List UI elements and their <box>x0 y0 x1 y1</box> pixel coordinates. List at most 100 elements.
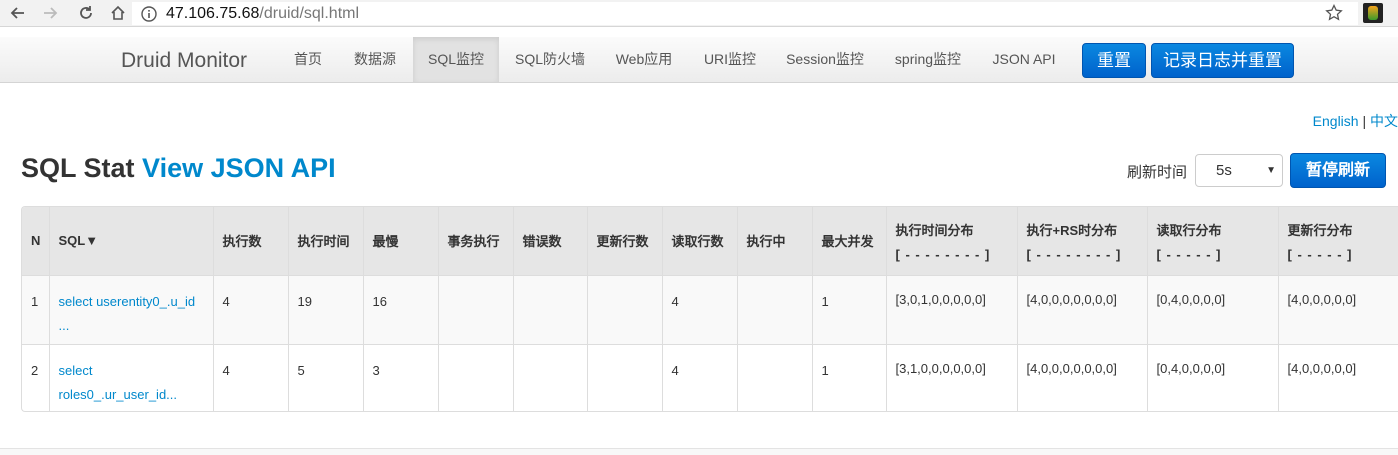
col-header-errors[interactable]: 错误数 <box>512 207 587 275</box>
log-and-reset-button[interactable]: 记录日志并重置 <box>1151 43 1294 78</box>
dist-header-sub: [ - - - - - - - - ] <box>895 247 991 262</box>
lang-chinese-link[interactable]: 中文 <box>1370 113 1398 129</box>
cell-sql: select roles0_.ur_user_id... <box>48 344 213 411</box>
cell-txn-exec <box>437 344 513 411</box>
cell-slowest: 16 <box>362 275 438 344</box>
col-header-sql[interactable]: SQL▼ <box>48 207 213 275</box>
cell-sql: select userentity0_.u_id... <box>48 275 213 344</box>
cell-exec-count: 4 <box>212 275 288 344</box>
nav-home[interactable]: 首页 <box>282 37 334 82</box>
dist-header-sub: [ - - - - - ] <box>1156 247 1222 262</box>
cell-updated-rows <box>586 275 662 344</box>
col-header-exec-time[interactable]: 执行时间 <box>287 207 363 275</box>
forward-button[interactable] <box>38 1 62 25</box>
reload-button[interactable] <box>74 1 98 25</box>
brand[interactable]: Druid Monitor <box>121 49 247 73</box>
col-header-read-row-dist[interactable]: 读取行分布 [ - - - - - ] <box>1146 207 1278 275</box>
cell-update-row-dist: [4,0,0,0,0,0] <box>1277 275 1398 344</box>
col-header-slowest[interactable]: 最慢 <box>362 207 438 275</box>
home-button[interactable] <box>106 1 130 25</box>
cell-exec-time-dist: [3,0,1,0,0,0,0,0] <box>885 275 1017 344</box>
dist-header-label: 执行+RS时分布 <box>1026 223 1118 238</box>
dist-header-sub: [ - - - - - ] <box>1287 247 1353 262</box>
reset-button[interactable]: 重置 <box>1082 43 1146 78</box>
nav-web-app[interactable]: Web应用 <box>606 37 682 82</box>
url-host: 47.106.75.68 <box>166 4 260 22</box>
sql-link-line1: select <box>58 362 93 378</box>
dist-header-sub: [ - - - - - - - - ] <box>1026 247 1122 262</box>
cell-exec-time-dist: [3,1,0,0,0,0,0,0] <box>885 344 1017 411</box>
back-button[interactable] <box>6 1 30 25</box>
refresh-interval-label: 刷新时间 <box>1127 164 1188 181</box>
page-title: SQL Stat View JSON API <box>21 153 336 184</box>
sql-link-line1: select userentity0_.u_id <box>58 293 196 309</box>
col-header-exec-time-dist[interactable]: 执行时间分布 [ - - - - - - - - ] <box>885 207 1017 275</box>
cell-n: 2 <box>31 362 39 378</box>
cell-n: 1 <box>31 293 39 309</box>
refresh-interval-select[interactable]: 5s ▼ <box>1195 154 1283 187</box>
cell-exec-count: 4 <box>212 344 288 411</box>
cell-exec-rs-dist: [4,0,0,0,0,0,0,0] <box>1016 344 1147 411</box>
pause-refresh-button[interactable]: 暂停刷新 <box>1290 153 1386 188</box>
sql-link-line2: roles0_.ur_user_id... <box>58 386 178 402</box>
dist-header-label: 读取行分布 <box>1156 223 1222 238</box>
cell-exec-time: 19 <box>287 275 363 344</box>
cell-update-row-dist: [4,0,0,0,0,0] <box>1277 344 1398 411</box>
extension-icon[interactable] <box>1363 3 1383 23</box>
nav-sql-monitor[interactable]: SQL监控 <box>413 37 499 82</box>
browser-toolbar: 47.106.75.68/druid/sql.html <box>0 0 1398 27</box>
table-header-row: N SQL▼ 执行数 执行时间 最慢 事务执行 错误数 更新行数 读取行数 执行… <box>22 207 1398 275</box>
arrow-left-icon <box>10 7 24 19</box>
nav-spring-monitor[interactable]: spring监控 <box>884 37 972 82</box>
cell-max-concurrent: 1 <box>811 344 886 411</box>
nav-session-monitor[interactable]: Session监控 <box>778 37 872 82</box>
nav-json-api[interactable]: JSON API <box>984 37 1064 82</box>
nav-datasource[interactable]: 数据源 <box>343 37 407 82</box>
address-bar[interactable]: 47.106.75.68/druid/sql.html <box>132 2 1358 25</box>
cell-read-rows: 4 <box>661 275 737 344</box>
lang-english-link[interactable]: English <box>1313 113 1359 129</box>
cell-errors <box>512 344 587 411</box>
sql-link[interactable]: select userentity0_.u_id... <box>59 294 196 333</box>
cell-read-rows: 4 <box>661 344 737 411</box>
title-text: SQL Stat <box>21 153 135 183</box>
col-header-exec-count[interactable]: 执行数 <box>212 207 288 275</box>
lang-separator: | <box>1362 113 1367 129</box>
dropdown-arrow-icon: ▼ <box>1266 165 1276 176</box>
footer-divider <box>0 448 1398 455</box>
col-header-running[interactable]: 执行中 <box>736 207 812 275</box>
cell-slowest: 3 <box>362 344 438 411</box>
cell-updated-rows <box>586 344 662 411</box>
table-row: 1 select userentity0_.u_id... 4 19 16 4 … <box>22 275 1398 344</box>
druid-navbar: Druid Monitor 首页 数据源 SQL监控 SQL防火墙 Web应用 … <box>0 37 1398 83</box>
sql-stat-table: N SQL▼ 执行数 执行时间 最慢 事务执行 错误数 更新行数 读取行数 执行… <box>21 206 1398 412</box>
sql-link-line2: ... <box>58 317 70 333</box>
info-icon[interactable] <box>140 5 158 23</box>
nav-sql-firewall[interactable]: SQL防火墙 <box>505 37 595 82</box>
arrow-right-icon <box>44 7 58 19</box>
dist-header-label: 更新行分布 <box>1287 223 1353 238</box>
cell-running <box>736 275 812 344</box>
url-path: /druid/sql.html <box>259 4 360 22</box>
cell-read-row-dist: [0,4,0,0,0,0] <box>1146 344 1278 411</box>
col-header-read-rows[interactable]: 读取行数 <box>661 207 737 275</box>
sql-link[interactable]: select roles0_.ur_user_id... <box>59 363 178 402</box>
dist-header-label: 执行时间分布 <box>895 223 974 238</box>
cell-running <box>736 344 812 411</box>
cell-max-concurrent: 1 <box>811 275 886 344</box>
cell-read-row-dist: [0,4,0,0,0,0] <box>1146 275 1278 344</box>
col-header-exec-rs-dist[interactable]: 执行+RS时分布 [ - - - - - - - - ] <box>1016 207 1147 275</box>
reload-icon <box>80 6 92 19</box>
bookmark-star-icon[interactable] <box>1325 4 1343 22</box>
nav-uri-monitor[interactable]: URI监控 <box>694 37 766 82</box>
col-header-max-concurrent[interactable]: 最大并发 <box>811 207 886 275</box>
cell-errors <box>512 275 587 344</box>
col-header-updated-rows[interactable]: 更新行数 <box>586 207 662 275</box>
col-header-n[interactable]: N <box>22 207 49 275</box>
view-json-api-link[interactable]: View JSON API <box>142 153 336 183</box>
language-switch: English | 中文 <box>1313 111 1398 131</box>
refresh-interval-value: 5s <box>1216 162 1232 179</box>
col-header-txn-exec[interactable]: 事务执行 <box>437 207 513 275</box>
col-header-update-row-dist[interactable]: 更新行分布 [ - - - - - ] <box>1277 207 1398 275</box>
home-icon <box>111 5 125 20</box>
